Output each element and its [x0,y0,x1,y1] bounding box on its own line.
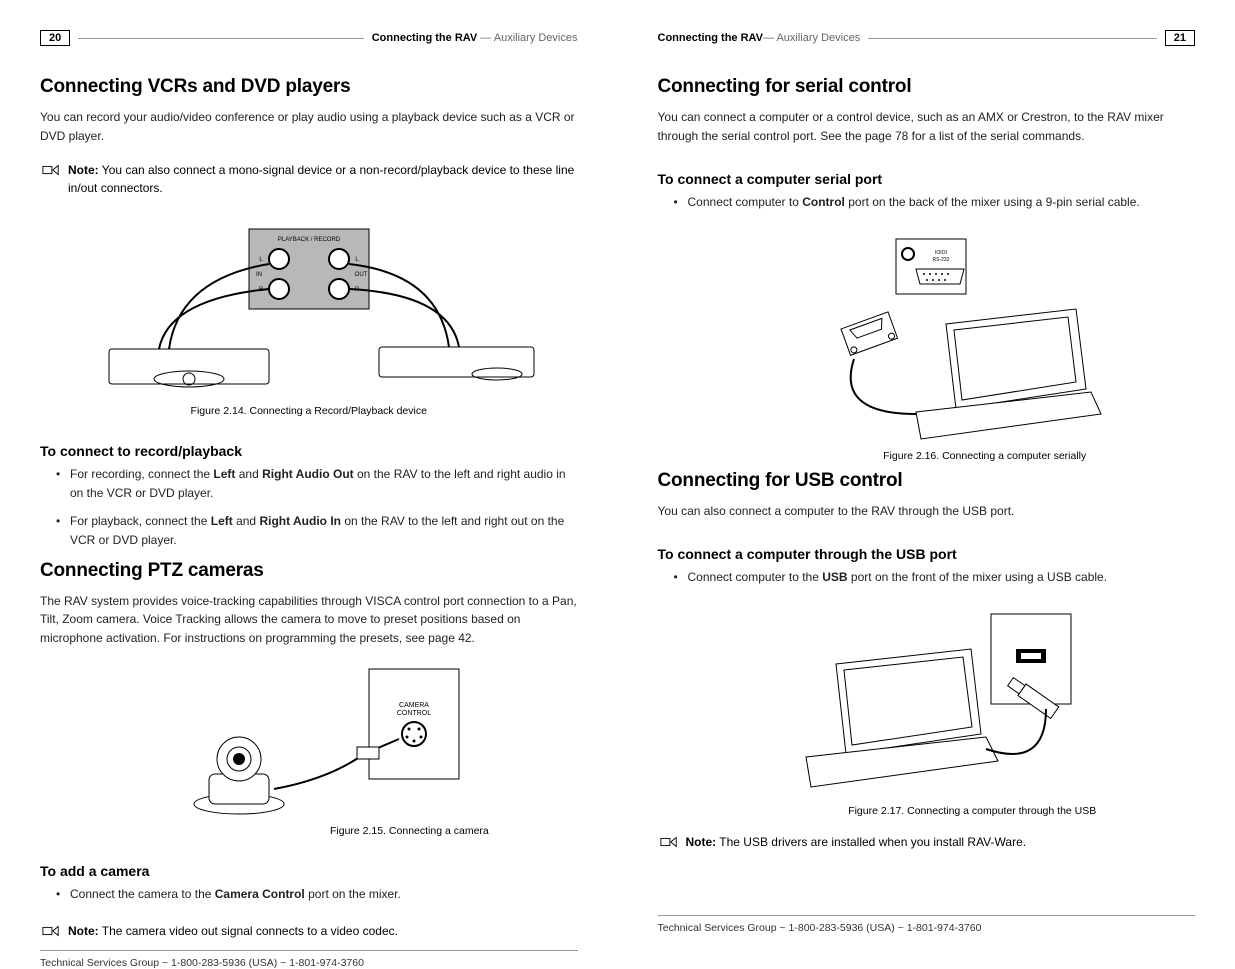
intro-vcr: You can record your audio/video conferen… [40,108,578,145]
heading-vcr-dvd: Connecting VCRs and DVD players [40,76,578,98]
figure-2-14: PLAYBACK / RECORD L L R R IN OUT [69,219,549,417]
note-camera-codec: Note: The camera video out signal connec… [40,922,578,940]
note-text: Note: The camera video out signal connec… [68,922,578,940]
usb-diagram [736,609,1116,799]
footer-right: Technical Services Group ~ 1-800-283-593… [658,915,1196,934]
list-usb: Connect computer to the USB port on the … [658,568,1196,597]
note-text: Note: You can also connect a mono-signal… [68,161,578,197]
svg-text:IN: IN [256,272,262,278]
list-item: For recording, connect the Left and Righ… [56,465,578,502]
figure-2-17: Figure 2.17. Connecting a computer throu… [736,609,1116,817]
header-title: Connecting the RAV— Auxiliary Devices [658,32,861,44]
heading-usb-port: To connect a computer through the USB po… [658,546,1196,562]
content-left: Connecting VCRs and DVD players You can … [40,76,578,950]
caption-2-14: Figure 2.14. Connecting a Record/Playbac… [69,405,549,417]
list-record-playback: For recording, connect the Left and Righ… [40,465,578,559]
list-item: For playback, connect the Left and Right… [56,512,578,549]
heading-ptz: Connecting PTZ cameras [40,560,578,582]
svg-text:CONTROL: CONTROL [397,710,431,717]
heading-record-playback: To connect to record/playback [40,443,578,459]
note-usb-drivers: Note: The USB drivers are installed when… [658,833,1196,851]
heading-add-camera: To add a camera [40,863,578,879]
svg-text:RS-232: RS-232 [933,257,950,263]
caption-2-16: Figure 2.16. Connecting a computer seria… [746,450,1106,462]
svg-text:CAMERA: CAMERA [399,702,429,709]
svg-text:OUT: OUT [354,272,367,278]
note-mono-signal: Note: You can also connect a mono-signal… [40,161,578,197]
figure-2-15: CAMERA CONTROL Figure 2.15. Connecting a… [109,659,509,837]
list-item: Connect computer to Control port on the … [674,193,1196,212]
list-item: Connect the camera to the Camera Control… [56,885,578,904]
svg-text:IOIOI: IOIOI [935,250,947,256]
note-text: Note: The USB drivers are installed when… [686,833,1196,851]
footer-left: Technical Services Group ~ 1-800-283-593… [40,950,578,969]
header-title: Connecting the RAV — Auxiliary Devices [372,32,578,44]
note-icon [42,924,60,938]
figure-2-16: IOIOI RS-232 Figure 2.16. Connecting a [746,234,1106,462]
caption-2-15: Figure 2.15. Connecting a camera [109,825,509,837]
page-left: 20 Connecting the RAV — Auxiliary Device… [0,0,618,954]
list-item: Connect computer to the USB port on the … [674,568,1196,587]
heading-serial: Connecting for serial control [658,76,1196,98]
intro-ptz: The RAV system provides voice-tracking c… [40,592,578,648]
camera-diagram: CAMERA CONTROL [109,659,509,819]
heading-serial-port: To connect a computer serial port [658,171,1196,187]
note-icon [42,163,60,177]
heading-usb: Connecting for USB control [658,470,1196,492]
svg-text:PLAYBACK / RECORD: PLAYBACK / RECORD [278,237,341,243]
caption-2-17: Figure 2.17. Connecting a computer throu… [736,805,1116,817]
note-icon [660,835,678,849]
header-rule [78,38,363,39]
list-serial: Connect computer to Control port on the … [658,193,1196,222]
intro-serial: You can connect a computer or a control … [658,108,1196,145]
vcr-diagram: PLAYBACK / RECORD L L R R IN OUT [69,219,549,399]
page-right: Connecting the RAV— Auxiliary Devices 21… [618,0,1235,954]
page-number: 21 [1165,30,1195,46]
header-rule [868,38,1157,39]
header-left: 20 Connecting the RAV — Auxiliary Device… [40,30,578,46]
content-right: Connecting for serial control You can co… [658,76,1196,915]
header-right: Connecting the RAV— Auxiliary Devices 21 [658,30,1196,46]
page-number: 20 [40,30,70,46]
intro-usb: You can also connect a computer to the R… [658,502,1196,521]
list-add-camera: Connect the camera to the Camera Control… [40,885,578,914]
serial-diagram: IOIOI RS-232 [746,234,1106,444]
